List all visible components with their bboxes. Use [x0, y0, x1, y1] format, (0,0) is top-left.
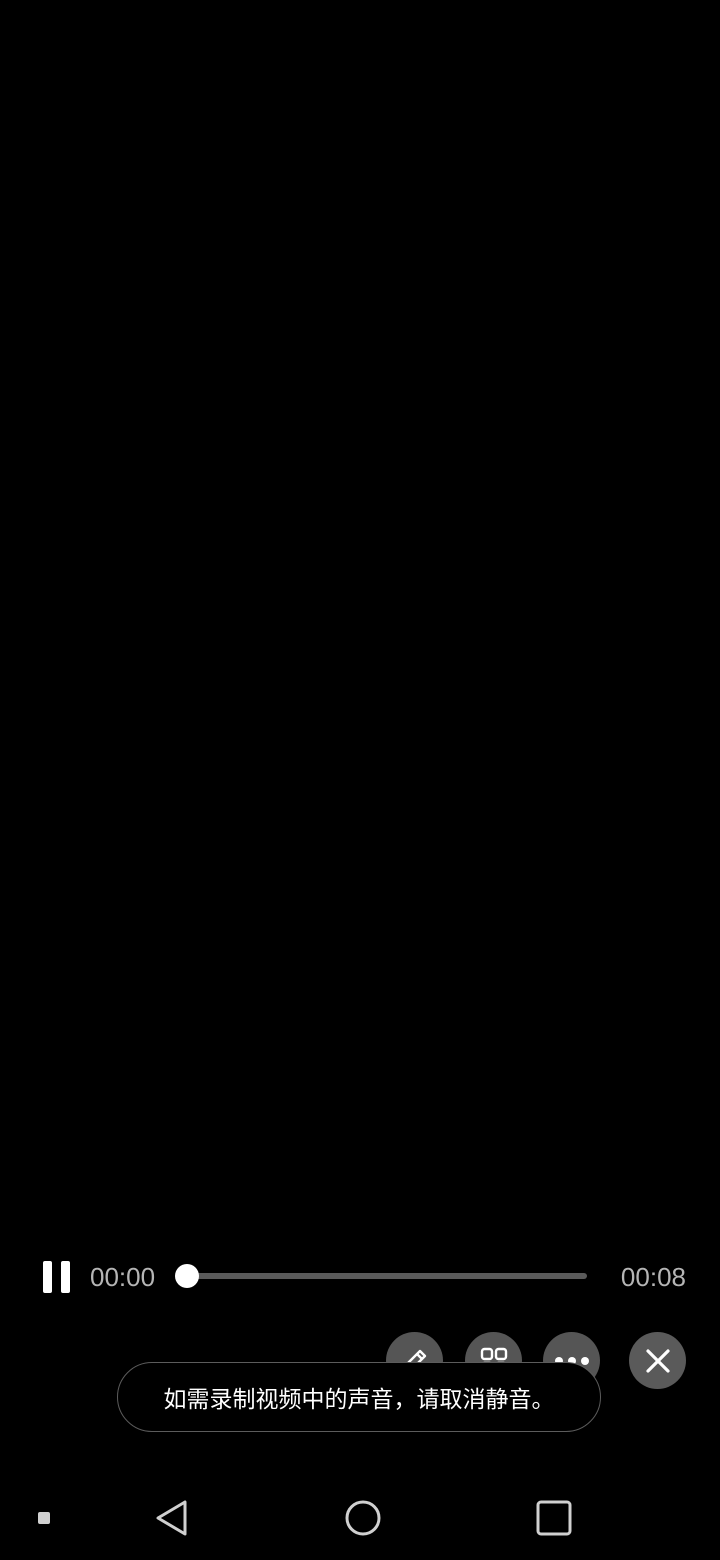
screen-recording-preview: 00:00 00:08 如需录制视频中的声音，请取消静音。	[0, 0, 720, 1560]
video-preview[interactable]	[0, 0, 720, 1240]
menu-dot-icon[interactable]	[38, 1512, 50, 1524]
recents-button[interactable]	[535, 1499, 573, 1537]
total-time: 00:08	[620, 1262, 686, 1292]
player-controls: 00:00 00:08	[0, 1252, 720, 1302]
close-button[interactable]	[629, 1332, 686, 1389]
seek-bar[interactable]	[175, 1264, 587, 1288]
current-time: 00:00	[90, 1262, 156, 1292]
seek-bar-thumb[interactable]	[175, 1264, 199, 1288]
toast-message: 如需录制视频中的声音，请取消静音。	[117, 1362, 601, 1432]
recents-icon	[536, 1500, 572, 1536]
navigation-bar	[0, 1480, 720, 1560]
back-button[interactable]	[152, 1498, 192, 1538]
close-icon	[645, 1348, 670, 1373]
back-icon	[156, 1500, 187, 1536]
pause-icon	[43, 1261, 52, 1293]
pause-button[interactable]	[40, 1259, 74, 1295]
home-button[interactable]	[343, 1498, 383, 1538]
home-icon	[345, 1500, 381, 1536]
